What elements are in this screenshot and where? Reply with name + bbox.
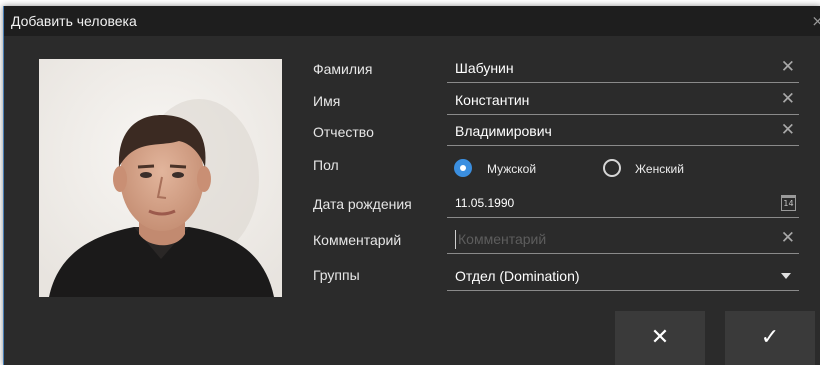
groups-dropdown[interactable]: Отдел (Domination) <box>447 264 799 291</box>
add-person-dialog: Добавить человека × <box>3 6 820 365</box>
gender-male-label[interactable]: Мужской <box>487 162 536 176</box>
confirm-button[interactable]: ✓ <box>725 311 815 365</box>
surname-value: Шабунин <box>455 60 514 76</box>
name-field[interactable]: Константин ✕ <box>447 88 799 115</box>
gender-female-radio[interactable] <box>603 159 621 177</box>
chevron-down-icon[interactable] <box>781 273 791 279</box>
birthdate-label: Дата рождения <box>313 196 412 212</box>
groups-value: Отдел (Domination) <box>455 268 580 284</box>
close-icon[interactable]: × <box>811 12 820 30</box>
cancel-button[interactable]: ✕ <box>615 311 705 365</box>
surname-field[interactable]: Шабунин ✕ <box>447 56 799 83</box>
check-icon: ✓ <box>760 325 780 350</box>
person-photo[interactable] <box>39 59 282 297</box>
title-bar: Добавить человека × <box>4 6 820 36</box>
gender-male-radio[interactable] <box>454 159 472 177</box>
dialog-title: Добавить человека <box>11 13 137 29</box>
clear-name-icon[interactable]: ✕ <box>781 89 795 109</box>
comment-placeholder: Комментарий <box>458 231 547 247</box>
name-label: Имя <box>313 93 341 109</box>
patronymic-label: Отчество <box>313 124 374 140</box>
surname-label: Фамилия <box>313 61 373 77</box>
portrait-image <box>39 59 282 297</box>
groups-label: Группы <box>313 267 360 283</box>
gender-label: Пол <box>313 157 339 173</box>
patronymic-field[interactable]: Владимирович ✕ <box>447 119 799 146</box>
clear-surname-icon[interactable]: ✕ <box>781 57 795 77</box>
calendar-icon[interactable]: 14 <box>781 195 796 211</box>
patronymic-value: Владимирович <box>455 123 552 139</box>
clear-patronymic-icon[interactable]: ✕ <box>781 120 795 140</box>
comment-label: Комментарий <box>313 232 402 248</box>
text-caret <box>455 230 456 249</box>
birthdate-field[interactable]: 11.05.1990 14 <box>447 191 799 218</box>
clear-comment-icon[interactable]: ✕ <box>781 228 795 248</box>
comment-field[interactable]: Комментарий ✕ <box>447 227 799 254</box>
birthdate-value: 11.05.1990 <box>455 196 515 210</box>
gender-female-label[interactable]: Женский <box>635 162 684 176</box>
name-value: Константин <box>455 92 530 108</box>
close-icon: ✕ <box>650 325 670 350</box>
